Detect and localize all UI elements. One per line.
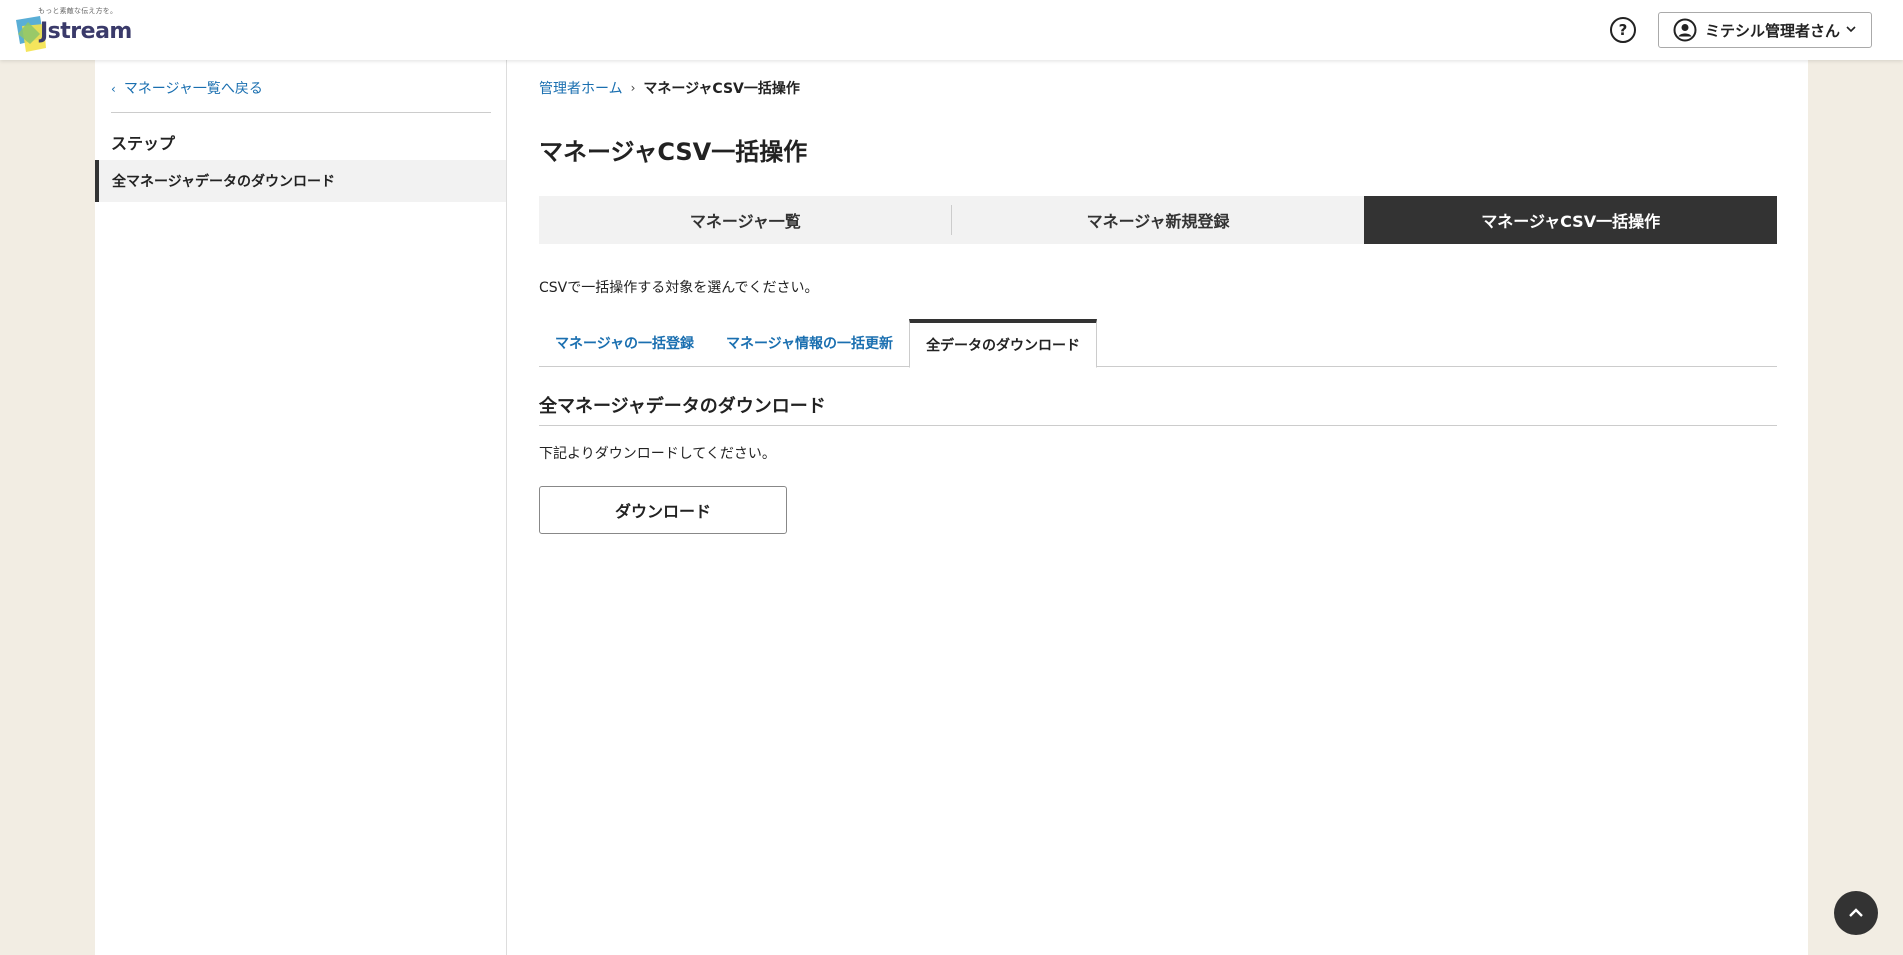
step-heading: ステップ [111, 134, 176, 153]
csv-instruction: CSVで一括操作する対象を選んでください。 [539, 280, 819, 296]
user-circle-icon [1673, 18, 1697, 42]
subtab-bulk-register[interactable]: マネージャの一括登録 [539, 319, 710, 367]
csv-sub-tabs: マネージャの一括登録 マネージャ情報の一括更新 全データのダウンロード [539, 319, 1777, 368]
subtab-download-all[interactable]: 全データのダウンロード [909, 319, 1098, 368]
step-item-label: 全マネージャデータのダウンロード [112, 174, 336, 190]
scroll-to-top-button[interactable] [1834, 891, 1878, 935]
chevron-up-icon [1849, 908, 1863, 917]
user-name: ミテシル管理者さん [1705, 21, 1841, 40]
back-to-manager-list-link[interactable]: ‹ マネージャ一覧へ戻る [111, 78, 263, 98]
sidebar-divider [111, 112, 491, 113]
download-button[interactable]: ダウンロード [539, 486, 787, 534]
question-circle-icon: ? [1618, 21, 1628, 39]
app-header: もっと素敵な伝え方を。 Jstream ? ミテシル管理者さん [0, 0, 1903, 60]
chevron-right-icon: › [630, 81, 636, 95]
page-title: マネージャCSV一括操作 [539, 138, 808, 166]
section-divider [539, 425, 1777, 426]
tab-manager-new[interactable]: マネージャ新規登録 [952, 196, 1365, 244]
sidebar: ‹ マネージャ一覧へ戻る ステップ 全マネージャデータのダウンロード [95, 60, 507, 955]
section-title: 全マネージャデータのダウンロード [539, 396, 826, 417]
user-menu-button[interactable]: ミテシル管理者さん [1658, 12, 1872, 48]
breadcrumb-current: マネージャCSV一括操作 [643, 81, 800, 97]
breadcrumb-home-link[interactable]: 管理者ホーム [539, 78, 623, 98]
chevron-left-icon: ‹ [111, 82, 116, 96]
step-item-download[interactable]: 全マネージャデータのダウンロード [95, 160, 506, 202]
segment-tabs: マネージャ一覧 マネージャ新規登録 マネージャCSV一括操作 [539, 196, 1778, 244]
tab-manager-csv[interactable]: マネージャCSV一括操作 [1364, 196, 1778, 244]
main-content: 管理者ホーム › マネージャCSV一括操作 マネージャCSV一括操作 マネージャ… [507, 60, 1808, 955]
help-button[interactable]: ? [1610, 17, 1636, 43]
back-link-label: マネージャ一覧へ戻る [123, 81, 263, 97]
chevron-down-icon [1846, 26, 1856, 33]
breadcrumb: 管理者ホーム › マネージャCSV一括操作 [539, 78, 800, 98]
tab-manager-list[interactable]: マネージャ一覧 [539, 196, 952, 244]
logo-text: Jstream [40, 19, 132, 44]
section-description: 下記よりダウンロードしてください。 [539, 446, 776, 462]
subtab-bulk-update[interactable]: マネージャ情報の一括更新 [710, 319, 909, 367]
jstream-logo[interactable]: もっと素敵な伝え方を。 Jstream [14, 6, 132, 54]
